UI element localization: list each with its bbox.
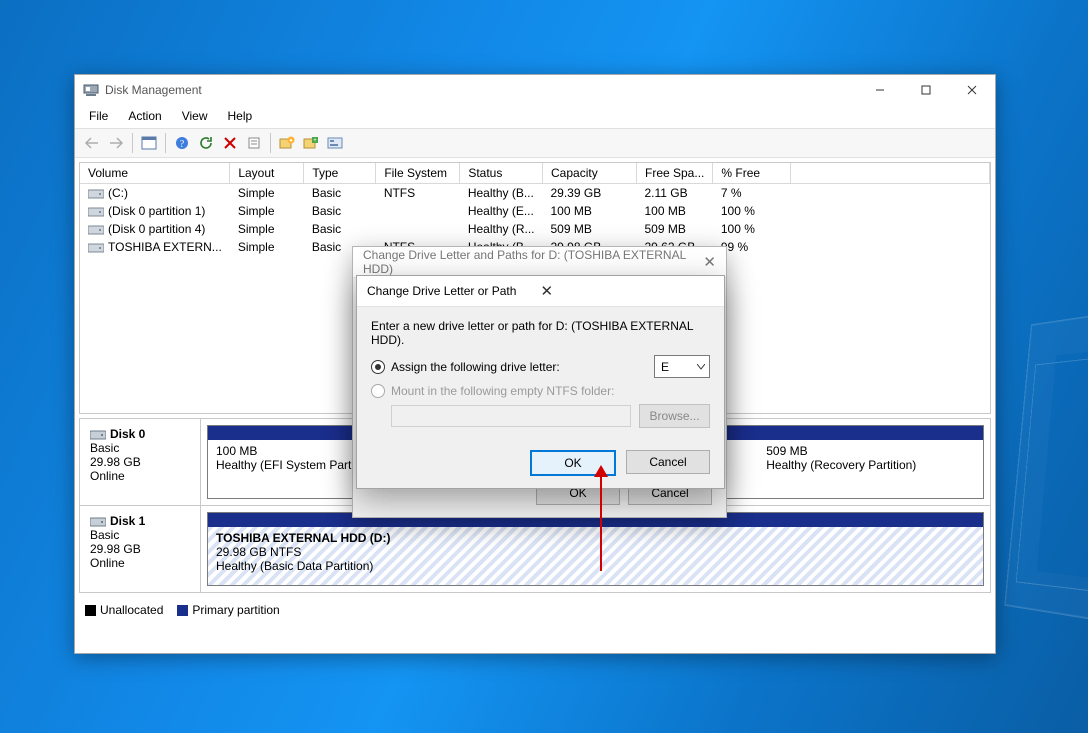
maximize-button[interactable] xyxy=(903,75,949,105)
partition[interactable]: 509 MB Healthy (Recovery Partition) xyxy=(758,440,983,498)
column-header-row[interactable]: Volume Layout Type File System Status Ca… xyxy=(80,163,990,184)
drive-icon xyxy=(88,206,104,218)
change-letter-dialog: Change Drive Letter or Path ✕ Enter a ne… xyxy=(356,275,725,489)
new-volume-icon[interactable]: ✦ xyxy=(276,132,298,154)
partition-selected[interactable]: TOSHIBA EXTERNAL HDD (D:) 29.98 GB NTFS … xyxy=(208,527,983,585)
cancel-button[interactable]: Cancel xyxy=(626,450,710,474)
menu-view[interactable]: View xyxy=(174,107,216,125)
col-free[interactable]: Free Spa... xyxy=(637,163,713,184)
refresh-icon[interactable] xyxy=(195,132,217,154)
col-capacity[interactable]: Capacity xyxy=(543,163,637,184)
attach-vhd-icon[interactable]: + xyxy=(300,132,322,154)
drive-letter-select[interactable]: E xyxy=(654,355,710,378)
folder-path-input xyxy=(391,405,631,427)
disk-row: Disk 1 Basic 29.98 GB Online TOSHIBA EXT… xyxy=(80,506,990,592)
disk-header[interactable]: Disk 0 Basic 29.98 GB Online xyxy=(80,419,200,505)
legend-primary: Primary partition xyxy=(192,603,279,617)
col-pctfree[interactable]: % Free xyxy=(713,163,791,184)
disk-icon xyxy=(90,429,106,441)
disk-icon xyxy=(90,516,106,528)
col-layout[interactable]: Layout xyxy=(230,163,304,184)
toolbar: ? ✦ + xyxy=(75,128,995,158)
label-assign-letter: Assign the following drive letter: xyxy=(391,360,560,374)
browse-button: Browse... xyxy=(639,404,710,428)
col-status[interactable]: Status xyxy=(460,163,543,184)
help-icon[interactable]: ? xyxy=(171,132,193,154)
menu-help[interactable]: Help xyxy=(220,107,261,125)
app-icon xyxy=(83,82,99,98)
label-mount-folder: Mount in the following empty NTFS folder… xyxy=(391,384,614,398)
ok-button[interactable]: OK xyxy=(530,450,616,476)
legend: Unallocated Primary partition xyxy=(75,597,995,623)
svg-text:+: + xyxy=(313,138,317,144)
dialog-title: Change Drive Letter and Paths for D: (TO… xyxy=(353,247,726,278)
settings-icon[interactable] xyxy=(324,132,346,154)
minimize-button[interactable] xyxy=(857,75,903,105)
radio-assign-letter[interactable] xyxy=(371,360,385,374)
drive-icon xyxy=(88,224,104,236)
col-volume[interactable]: Volume xyxy=(80,163,230,184)
window-controls xyxy=(857,75,995,105)
chevron-down-icon xyxy=(697,364,705,370)
show-hide-icon[interactable] xyxy=(138,132,160,154)
close-button[interactable] xyxy=(949,75,995,105)
table-row[interactable]: (Disk 0 partition 1) SimpleBasic Healthy… xyxy=(80,202,990,220)
legend-unallocated: Unallocated xyxy=(100,603,163,617)
menu-file[interactable]: File xyxy=(81,107,116,125)
titlebar: Disk Management xyxy=(75,75,995,105)
col-type[interactable]: Type xyxy=(304,163,376,184)
properties-icon[interactable] xyxy=(243,132,265,154)
drive-icon xyxy=(88,242,104,254)
radio-mount-folder[interactable] xyxy=(371,384,385,398)
delete-icon[interactable] xyxy=(219,132,241,154)
svg-text:✦: ✦ xyxy=(288,138,293,145)
close-icon[interactable]: ✕ xyxy=(541,282,715,300)
disk-header[interactable]: Disk 1 Basic 29.98 GB Online xyxy=(80,506,200,592)
menubar: File Action View Help xyxy=(75,105,995,128)
drive-icon xyxy=(88,188,104,200)
dialog-prompt: Enter a new drive letter or path for D: … xyxy=(371,319,710,347)
table-row[interactable]: (C:) SimpleBasic NTFSHealthy (B... 29.39… xyxy=(80,184,990,203)
back-icon[interactable] xyxy=(81,132,103,154)
dialog-title: Change Drive Letter or Path xyxy=(367,284,541,298)
forward-icon[interactable] xyxy=(105,132,127,154)
close-icon[interactable]: ✕ xyxy=(703,253,716,271)
window-title: Disk Management xyxy=(105,83,202,97)
table-row[interactable]: (Disk 0 partition 4) SimpleBasic Healthy… xyxy=(80,220,990,238)
menu-action[interactable]: Action xyxy=(120,107,169,125)
col-filesystem[interactable]: File System xyxy=(376,163,460,184)
partition-strip: TOSHIBA EXTERNAL HDD (D:) 29.98 GB NTFS … xyxy=(207,512,984,586)
svg-text:?: ? xyxy=(180,139,185,150)
